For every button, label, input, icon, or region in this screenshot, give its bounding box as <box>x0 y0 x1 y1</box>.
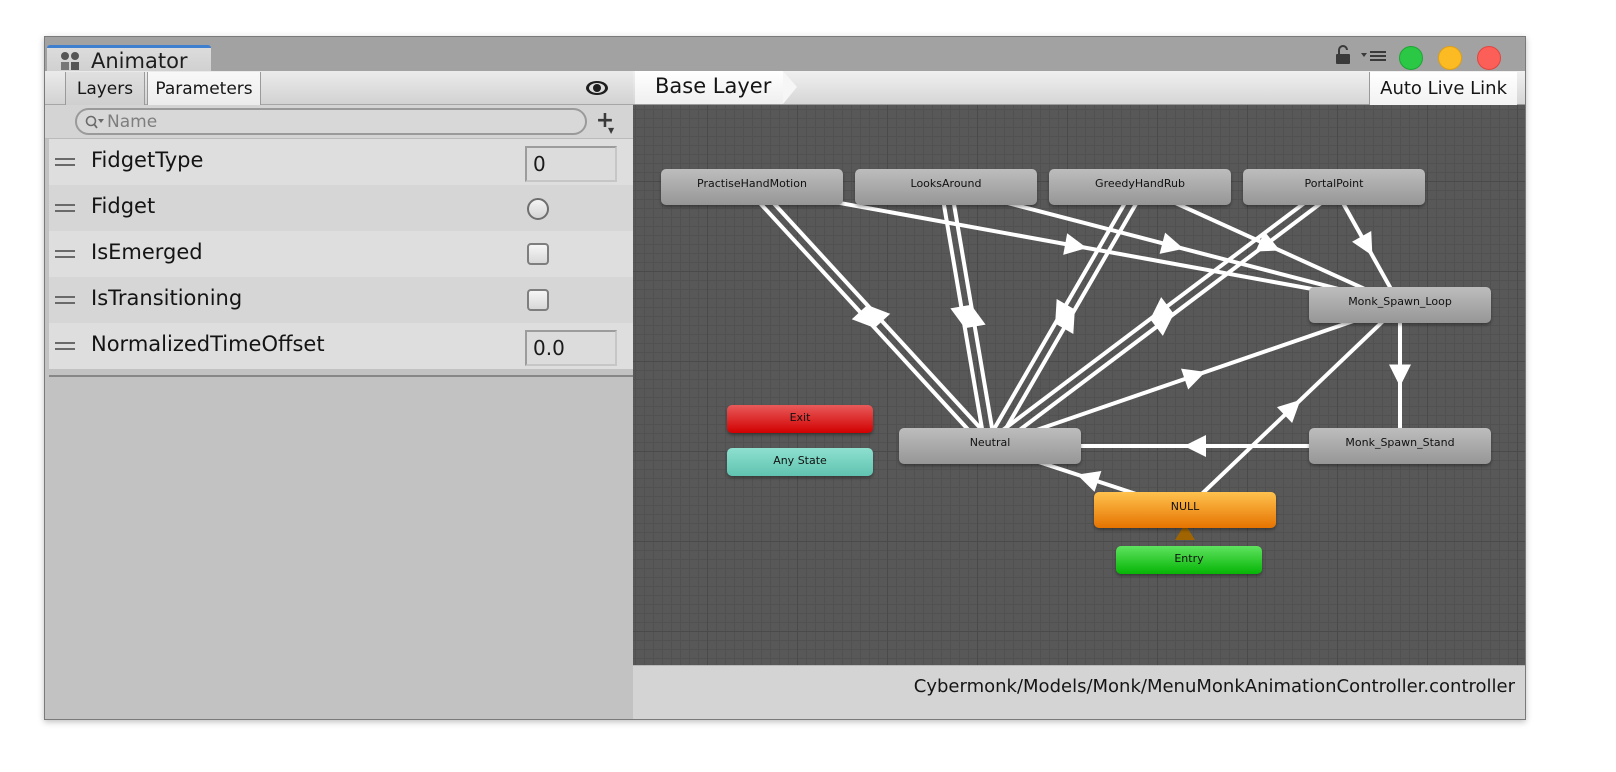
entry-node[interactable]: Entry <box>1116 546 1262 574</box>
state-node-neutral[interactable]: Neutral <box>899 428 1081 464</box>
arrowhead-icon <box>1181 368 1206 390</box>
drag-handle-icon[interactable] <box>55 204 75 212</box>
parameter-name: Fidget <box>91 194 156 218</box>
maximize-button[interactable] <box>1399 46 1423 70</box>
drag-handle-icon[interactable] <box>55 296 75 304</box>
state-node-practisehandmotion[interactable]: PractiseHandMotion <box>661 169 843 205</box>
eye-icon[interactable] <box>585 79 609 97</box>
search-field[interactable] <box>75 108 587 135</box>
parameter-name: IsTransitioning <box>91 286 243 310</box>
parameter-name: FidgetType <box>91 148 204 172</box>
parameter-name: NormalizedTimeOffset <box>91 332 325 356</box>
parameter-bool-checkbox[interactable] <box>527 289 549 311</box>
any-state-node[interactable]: Any State <box>727 448 873 476</box>
parameter-name: IsEmerged <box>91 240 203 264</box>
state-node-greedyhandrub[interactable]: GreedyHandRub <box>1049 169 1231 205</box>
state-node-portalpoint[interactable]: PortalPoint <box>1243 169 1425 205</box>
parameter-list: FidgetType Fidget IsEmerged IsTransition… <box>49 139 633 377</box>
state-node-monk-spawn-loop[interactable]: Monk_Spawn_Loop <box>1309 287 1491 323</box>
arrowhead-icon <box>1389 364 1411 387</box>
exit-node[interactable]: Exit <box>727 405 873 433</box>
drag-handle-icon[interactable] <box>55 158 75 166</box>
state-node-monk-spawn-stand[interactable]: Monk_Spawn_Stand <box>1309 428 1491 464</box>
graph-toolbar: Base Layer Auto Live Link <box>633 71 1525 105</box>
search-input[interactable] <box>107 112 577 132</box>
parameters-panel: Layers Parameters + ▼ <box>45 71 633 719</box>
close-button[interactable] <box>1477 46 1501 70</box>
search-icon <box>85 115 104 129</box>
parameter-row[interactable]: FidgetType <box>49 139 633 185</box>
drag-handle-icon[interactable] <box>55 250 75 258</box>
add-parameter-button[interactable]: + ▼ <box>593 109 617 136</box>
parameter-bool-checkbox[interactable] <box>527 243 549 265</box>
state-node-looksaround[interactable]: LooksAround <box>855 169 1037 205</box>
title-bar: Animator <box>45 37 1525 73</box>
animator-icon <box>61 52 79 70</box>
arrowhead-icon <box>1063 233 1087 255</box>
graph-canvas[interactable]: PractiseHandMotion LooksAround GreedyHan… <box>633 105 1525 665</box>
parameter-row[interactable]: IsTransitioning <box>49 277 633 323</box>
default-state-node-null[interactable]: NULL <box>1094 492 1276 528</box>
controller-path: Cybermonk/Models/Monk/MenuMonkAnimationC… <box>913 676 1515 697</box>
status-bar: Cybermonk/Models/Monk/MenuMonkAnimationC… <box>633 665 1525 719</box>
parameter-float-field[interactable] <box>525 330 617 366</box>
dropdown-menu-icon[interactable] <box>1361 49 1387 63</box>
auto-live-link-button[interactable]: Auto Live Link <box>1369 72 1517 105</box>
minimize-button[interactable] <box>1438 46 1462 70</box>
arrowhead-icon <box>1077 470 1102 492</box>
parameter-row[interactable]: NormalizedTimeOffset <box>49 323 633 369</box>
animator-tab[interactable]: Animator <box>47 45 211 73</box>
transition-portal-to-neutral[interactable] <box>985 181 1333 444</box>
parameter-trigger-radio[interactable] <box>527 198 549 220</box>
arrowhead-icon <box>1159 232 1184 254</box>
transition-neutral-to-greedy[interactable] <box>992 188 1147 450</box>
lock-open-icon[interactable] <box>1335 45 1351 65</box>
tab-parameters[interactable]: Parameters <box>147 72 261 105</box>
transition-loop-to-stand[interactable] <box>1389 305 1411 446</box>
window-title: Animator <box>91 49 188 73</box>
animator-window: Animator Layers Parameters Name + ▼ Fidg… <box>44 36 1526 720</box>
panel-tabs: Layers Parameters <box>45 71 633 105</box>
tab-layers[interactable]: Layers <box>65 72 145 105</box>
parameter-row[interactable]: Fidget <box>49 185 633 231</box>
search-row: + ▼ <box>45 105 633 139</box>
breadcrumb-label: Base Layer <box>655 74 772 98</box>
parameter-int-field[interactable] <box>525 146 617 182</box>
drag-handle-icon[interactable] <box>55 342 75 350</box>
arrowhead-icon <box>1184 435 1206 457</box>
transition-null-to-loop[interactable] <box>1183 303 1402 512</box>
parameter-row[interactable]: IsEmerged <box>49 231 633 277</box>
breadcrumb-base-layer[interactable]: Base Layer <box>635 71 797 104</box>
state-machine-graph: Base Layer Auto Live Link PractiseHandMo… <box>633 71 1525 719</box>
